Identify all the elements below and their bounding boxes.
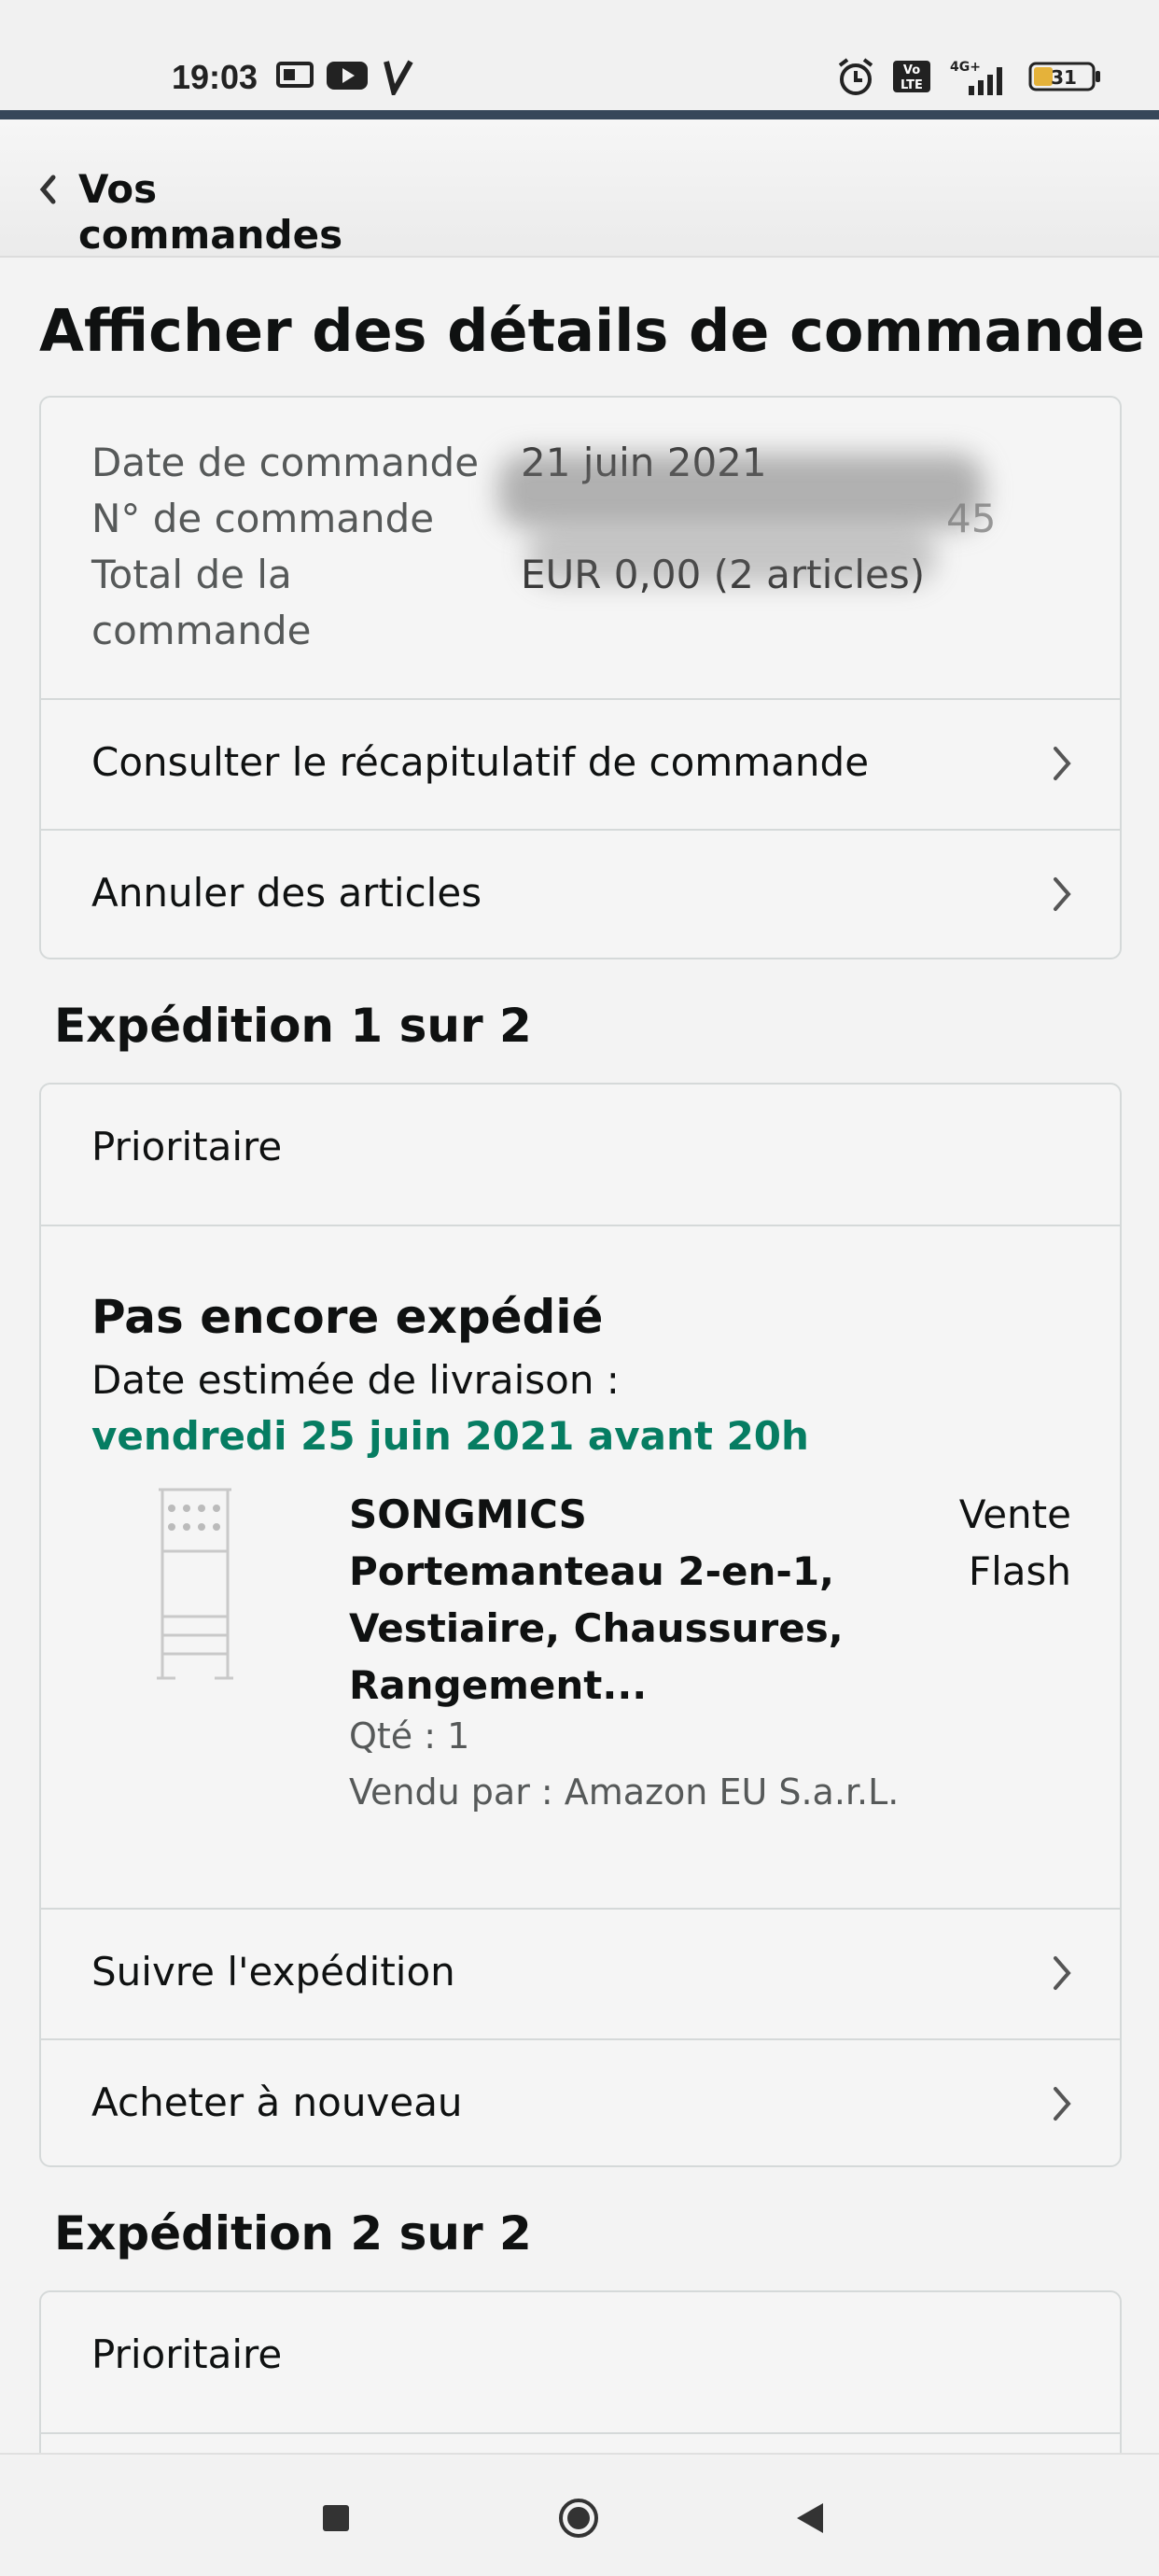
svg-text:Vo: Vo	[903, 63, 920, 77]
top-nav: Vos commandes	[0, 119, 1159, 258]
shipment-1-title: Expédition 1 sur 2	[54, 999, 532, 1053]
product-image[interactable]	[144, 1486, 246, 1682]
order-summary-link[interactable]: Consulter le récapitulatif de commande	[41, 698, 1120, 829]
product-seller: Vendu par : Amazon EU S.a.r.L.	[349, 1771, 900, 1813]
youtube-icon	[327, 62, 368, 90]
shipment-status: Pas encore expédié	[91, 1290, 604, 1344]
product-quantity: Qté : 1	[349, 1715, 470, 1757]
track-shipment-label: Suivre l'expédition	[91, 1949, 455, 1995]
status-time: 19:03	[172, 58, 258, 96]
order-summary-label: Consulter le récapitulatif de commande	[91, 739, 870, 785]
status-divider	[0, 110, 1159, 119]
order-number-label: N° de commande	[91, 496, 435, 541]
product-title-line: Vestiaire, Chaussures,	[349, 1605, 844, 1651]
product-title-link[interactable]: SONGMICS Portemanteau 2-en-1, Vestiaire,…	[349, 1486, 872, 1714]
recents-button-icon[interactable]	[321, 2503, 351, 2533]
app-v-icon	[384, 60, 413, 95]
svg-text:LTE: LTE	[901, 78, 923, 92]
chevron-left-icon	[39, 175, 56, 204]
cancel-items-label: Annuler des articles	[91, 870, 482, 916]
battery-icon: 31	[1028, 62, 1100, 91]
network-label: 4G+	[950, 60, 981, 75]
home-button-icon[interactable]	[558, 2498, 599, 2539]
divider	[41, 2432, 1120, 2434]
shipment-2-priority: Prioritaire	[91, 2331, 283, 2377]
chevron-right-icon	[1054, 747, 1071, 780]
redaction-blur	[498, 454, 984, 528]
cancel-items-link[interactable]: Annuler des articles	[41, 829, 1120, 958]
product-title-line: SONGMICS	[349, 1491, 587, 1537]
back-button[interactable]: Vos commandes	[28, 147, 420, 258]
chevron-right-icon	[1054, 877, 1071, 911]
order-info-card: Date de commande 21 juin 2021 N° de comm…	[39, 396, 1122, 959]
order-total-label-1: Total de la	[91, 552, 292, 597]
chevron-right-icon	[1054, 1956, 1071, 1990]
divider	[41, 1225, 1120, 1226]
back-button-icon[interactable]	[795, 2501, 827, 2535]
alarm-icon	[838, 58, 873, 95]
system-nav-bar	[0, 2453, 1159, 2576]
order-date-label: Date de commande	[91, 440, 480, 485]
product-title-line: Portemanteau 2-en-1,	[349, 1548, 834, 1594]
battery-level: 31	[1051, 66, 1077, 89]
deal-badge: Vente Flash	[922, 1486, 1071, 1600]
delivery-estimate-label: Date estimée de livraison :	[91, 1357, 620, 1403]
deal-badge-line: Vente	[958, 1491, 1071, 1537]
chevron-right-icon	[1054, 2087, 1071, 2121]
buy-again-label: Acheter à nouveau	[91, 2079, 463, 2125]
page-title: Afficher des détails de commande	[39, 297, 1146, 365]
shipment-1-card: Prioritaire Pas encore expédié Date esti…	[39, 1083, 1122, 2167]
delivery-estimate-date: vendredi 25 juin 2021 avant 20h	[91, 1413, 809, 1459]
signal-icon: 4G+	[950, 60, 1002, 95]
buy-again-link[interactable]: Acheter à nouveau	[41, 2038, 1120, 2165]
status-bar: 19:03 Vo LTE 4G+ 31	[0, 0, 1159, 110]
product-title-line: Rangement...	[349, 1662, 648, 1708]
volte-icon: Vo LTE	[893, 61, 930, 92]
notification-icon	[276, 62, 314, 88]
shipment-2-title: Expédition 2 sur 2	[54, 2206, 532, 2261]
deal-badge-line: Flash	[968, 1548, 1071, 1594]
shipment-1-priority: Prioritaire	[91, 1124, 283, 1169]
track-shipment-link[interactable]: Suivre l'expédition	[41, 1908, 1120, 2038]
redaction-blur	[526, 528, 937, 584]
back-label: Vos commandes	[78, 166, 343, 258]
order-total-label-2: commande	[91, 608, 312, 653]
